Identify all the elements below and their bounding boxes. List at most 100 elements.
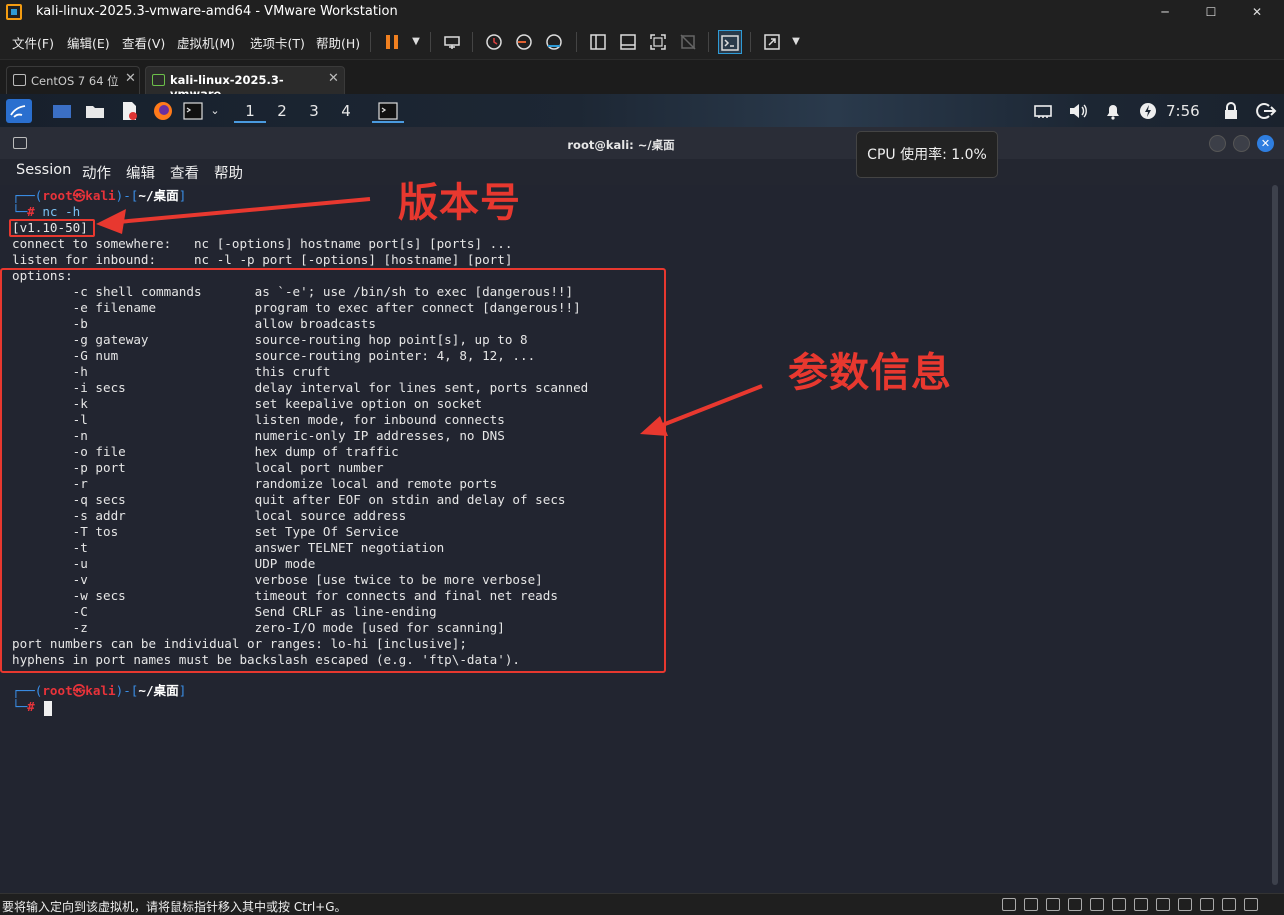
chevron-down-icon[interactable]: ▼ xyxy=(784,30,808,54)
terminal-menu-view[interactable]: 查看 xyxy=(170,162,199,183)
menu-tabs[interactable]: 选项卡(T) xyxy=(250,33,305,52)
command-line: └─# xyxy=(12,699,35,715)
menu-help[interactable]: 帮助(H) xyxy=(316,33,360,52)
maximize-circle-button[interactable] xyxy=(1233,135,1250,152)
notification-bell-icon[interactable] xyxy=(1102,99,1124,123)
toolbar-separator xyxy=(576,32,577,52)
toolbar-separator xyxy=(370,32,371,52)
maximize-button[interactable]: ☐ xyxy=(1188,0,1234,24)
logout-icon[interactable] xyxy=(1255,99,1277,123)
tab-kali[interactable]: kali-linux-2025.3-vmware... ✕ xyxy=(145,66,345,101)
serial-port-icon[interactable] xyxy=(1222,898,1236,911)
terminal-title-bar: root@kali: ~/桌面 ✕ xyxy=(0,127,1284,159)
prompt-line: ┌──(root㉿kali)-[~/桌面] xyxy=(12,188,186,204)
prompt-mid: )-[ xyxy=(115,683,139,698)
terminal-menu-edit[interactable]: 编辑 xyxy=(126,162,155,183)
cdrom-icon[interactable] xyxy=(1112,898,1126,911)
workspace-2[interactable]: 2 xyxy=(266,99,298,123)
tab-label: CentOS 7 64 位 xyxy=(31,74,119,88)
network-adapter-icon[interactable] xyxy=(1024,898,1038,911)
terminal-menu-help[interactable]: 帮助 xyxy=(214,162,243,183)
vm-running-icon xyxy=(152,74,165,86)
stretch-icon[interactable] xyxy=(760,30,784,54)
pause-icon[interactable] xyxy=(380,30,404,54)
close-button[interactable]: ✕ xyxy=(1234,0,1280,24)
prompt-corner: └─ xyxy=(12,699,28,714)
menu-file[interactable]: 文件(F) xyxy=(12,33,54,52)
vmware-window: kali-linux-2025.3-vmware-amd64 - VMware … xyxy=(0,0,1284,915)
prompt-path: ~/桌面 xyxy=(138,188,179,203)
thumbnail-bar-icon[interactable] xyxy=(616,30,640,54)
minimize-circle-button[interactable] xyxy=(1209,135,1226,152)
typed-command: nc -h xyxy=(34,204,81,219)
unity-icon[interactable] xyxy=(676,30,700,54)
snapshot-manager-icon[interactable] xyxy=(542,30,566,54)
fullscreen-icon[interactable] xyxy=(646,30,670,54)
workspace-3[interactable]: 3 xyxy=(298,99,330,123)
terminal-menu-session[interactable]: Session xyxy=(16,162,71,178)
show-desktop-icon[interactable] xyxy=(50,99,74,123)
workspace-1[interactable]: 1 xyxy=(234,99,266,123)
usb-icon[interactable] xyxy=(1068,898,1082,911)
toolbar-separator xyxy=(708,32,709,52)
output-line: listen for inbound: nc -l -p port [-opti… xyxy=(12,252,513,267)
cpu-usage-tooltip: CPU 使用率: 1.0% xyxy=(856,131,998,178)
tab-centos[interactable]: CentOS 7 64 位 ✕ xyxy=(6,66,140,94)
camera-icon[interactable] xyxy=(1178,898,1192,911)
text-editor-icon[interactable] xyxy=(117,99,141,123)
prompt-path: ~/桌面 xyxy=(138,683,179,698)
display-icon[interactable] xyxy=(1090,898,1104,911)
snapshot-icon[interactable] xyxy=(482,30,506,54)
message-log-icon[interactable] xyxy=(1244,898,1258,911)
menu-view[interactable]: 查看(V) xyxy=(122,33,165,52)
printer-icon[interactable] xyxy=(1134,898,1148,911)
floppy-icon[interactable] xyxy=(1156,898,1170,911)
sidebar-toggle-icon[interactable] xyxy=(586,30,610,54)
terminal-menu-bar: Session 动作 编辑 查看 帮助 xyxy=(0,159,1284,185)
prompt-user: root xyxy=(42,683,73,698)
terminal-scrollbar[interactable] xyxy=(1268,185,1284,893)
prompt-open: ┌──( xyxy=(12,683,43,698)
menu-edit[interactable]: 编辑(E) xyxy=(67,33,110,52)
workspace-4[interactable]: 4 xyxy=(330,99,362,123)
prompt-close: ] xyxy=(178,188,187,203)
toolbar-separator xyxy=(430,32,431,52)
prompt-open: ┌──( xyxy=(12,188,43,203)
file-manager-icon[interactable] xyxy=(83,99,107,123)
command-line: └─# nc -h xyxy=(12,204,80,220)
prompt-at: ㉿ xyxy=(72,188,86,203)
minimize-button[interactable]: ─ xyxy=(1142,0,1188,24)
panel-clock[interactable]: 7:56 xyxy=(1166,99,1200,123)
terminal-menu-actions[interactable]: 动作 xyxy=(82,162,111,183)
bluetooth-icon[interactable] xyxy=(1200,898,1214,911)
terminal-launcher-icon[interactable] xyxy=(181,99,205,123)
revert-snapshot-icon[interactable] xyxy=(512,30,536,54)
toolbar-separator xyxy=(750,32,751,52)
close-circle-button[interactable]: ✕ xyxy=(1257,135,1274,152)
status-bar: 要将输入定向到该虚拟机，请将鼠标指针移入其中或按 Ctrl+G。 xyxy=(0,893,1284,915)
vm-icon xyxy=(13,74,26,86)
send-keys-icon[interactable] xyxy=(440,30,464,54)
kali-menu-icon[interactable] xyxy=(6,99,32,123)
options-highlight-box xyxy=(0,268,666,673)
network-icon[interactable] xyxy=(1032,99,1054,123)
chevron-down-icon[interactable]: ⌄ xyxy=(207,99,223,123)
tab-close-icon[interactable]: ✕ xyxy=(328,71,339,86)
hdd-icon[interactable] xyxy=(1002,898,1016,911)
console-view-icon[interactable] xyxy=(718,30,742,54)
volume-icon[interactable] xyxy=(1067,99,1089,123)
prompt-mid: )-[ xyxy=(115,188,139,203)
params-annotation: 参数信息 xyxy=(788,350,952,396)
firefox-icon[interactable] xyxy=(151,99,175,123)
prompt-close: ] xyxy=(178,683,187,698)
vmware-logo-icon xyxy=(6,4,22,20)
scrollbar-thumb[interactable] xyxy=(1272,185,1278,885)
chevron-down-icon[interactable]: ▼ xyxy=(404,30,428,54)
lock-icon[interactable] xyxy=(1220,99,1242,123)
sound-icon[interactable] xyxy=(1046,898,1060,911)
menu-vm[interactable]: 虚拟机(M) xyxy=(177,33,235,52)
tab-close-icon[interactable]: ✕ xyxy=(125,71,136,86)
power-manager-icon[interactable] xyxy=(1137,99,1159,123)
prompt-corner: └─ xyxy=(12,204,28,219)
taskbar-terminal-icon[interactable] xyxy=(372,99,404,123)
